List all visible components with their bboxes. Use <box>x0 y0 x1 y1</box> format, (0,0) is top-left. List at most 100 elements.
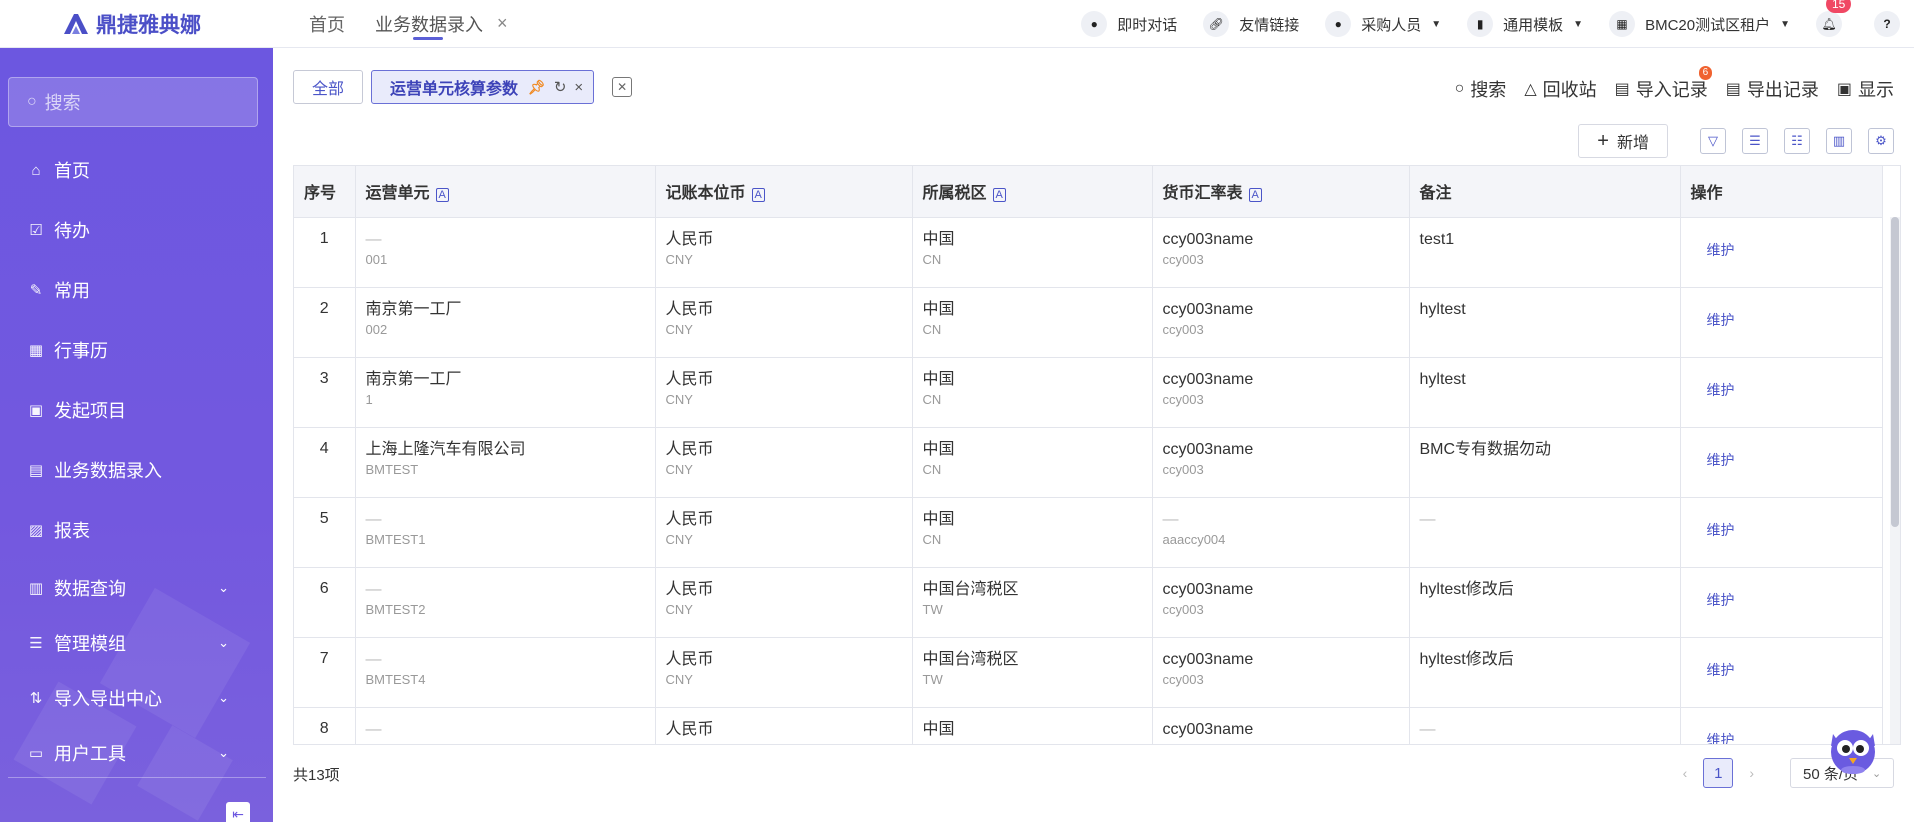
rate-code: ccy003 <box>1162 251 1204 267</box>
seq-text: 8 <box>319 719 329 737</box>
sidebar-search-input[interactable]: ○ 搜索 <box>8 77 258 127</box>
links-button[interactable]: 🔗︎ 友情链接 <box>1203 11 1299 37</box>
cell-note: hyltest修改后 <box>1409 637 1681 708</box>
currency-name: 人民币 <box>665 510 714 528</box>
sidebar-item-project[interactable]: ▣ 发起项目 <box>0 380 273 440</box>
home-icon: ⌂ <box>31 161 41 179</box>
sidebar-item-home[interactable]: ⌂ 首页 <box>0 140 273 200</box>
import-log-label: 导入记录 <box>1635 80 1708 100</box>
cell-note: test1 <box>1409 217 1681 288</box>
tax-name: 中国台湾税区 <box>922 580 1019 598</box>
export-log-label: 导出记录 <box>1746 80 1819 100</box>
group-button[interactable]: ☷ <box>1784 128 1810 154</box>
export-log-button[interactable]: ▤ 导出记录 <box>1726 76 1819 102</box>
template-dropdown[interactable]: ▮ 通用模板 ▼ <box>1467 11 1583 37</box>
tab-all[interactable]: 全部 <box>293 70 364 104</box>
sidebar-item-label: 导入导出中心 <box>54 688 162 709</box>
sidebar-item-common[interactable]: ✎ 常用 <box>0 260 273 320</box>
recycle-button[interactable]: △ 回收站 <box>1524 76 1596 102</box>
maintain-link[interactable]: 维护 <box>1707 662 1735 678</box>
column-header-tax[interactable]: 所属税区 A <box>912 166 1153 218</box>
page-number[interactable]: 1 <box>1703 758 1734 788</box>
note-text: BMC专有数据勿动 <box>1419 440 1552 458</box>
sort-button[interactable]: ☰ <box>1742 128 1768 154</box>
column-header-currency[interactable]: 记账本位币 A <box>655 166 913 218</box>
sidebar-item-business-data[interactable]: ▤ 业务数据录入 <box>0 440 273 500</box>
maintain-link[interactable]: 维护 <box>1707 382 1735 398</box>
cell-seq: 2 <box>294 287 356 358</box>
column-title: 运营单元 <box>365 185 430 203</box>
sidebar-item-import-export[interactable]: ⇅ 导入导出中心 ⌄ <box>0 670 273 725</box>
sidebar-item-calendar[interactable]: ▦ 行事历 <box>0 320 273 380</box>
assistant-mascot-icon[interactable] <box>1826 720 1880 776</box>
sidebar-item-tools[interactable]: ▭ 用户工具 ⌄ <box>0 725 273 780</box>
column-filter-icon[interactable]: A <box>435 188 449 203</box>
settings-button[interactable]: ⚙ <box>1868 128 1894 154</box>
display-button[interactable]: ▣ 显示 <box>1837 76 1894 102</box>
tab-current[interactable]: 运营单元核算参数 📌︎ ↻ × <box>371 70 595 104</box>
table-row[interactable]: 3 南京第一工厂 1 人民币 CNY 中国 CN ccy003name ccy003 hyltes… <box>294 357 1883 428</box>
chat-label: 即时对话 <box>1117 16 1178 34</box>
unit-code: BMTEST <box>365 461 419 477</box>
add-button[interactable]: + 新增 <box>1578 124 1668 158</box>
unit-name: 上海上隆汽车有限公司 <box>365 440 526 458</box>
scrollbar-thumb[interactable] <box>1891 217 1899 527</box>
table-row[interactable]: 4 上海上隆汽车有限公司 BMTEST 人民币 CNY 中国 CN ccy003name ccy… <box>294 427 1883 498</box>
filter-button[interactable]: ▽ <box>1700 128 1726 154</box>
sidebar-item-todo[interactable]: ☑ 待办 <box>0 200 273 260</box>
cell-unit: — BMTEST1 <box>355 497 656 568</box>
cell-seq: 5 <box>294 497 356 568</box>
column-filter-icon[interactable]: A <box>751 188 765 203</box>
notification-button[interactable]: 🔔︎ 15 <box>1816 0 1852 37</box>
sidebar-item-module[interactable]: ☰ 管理模组 ⌄ <box>0 615 273 670</box>
main-content: 全部 运营单元核算参数 📌︎ ↻ × ✕ ○ 搜索 △ 回收站 ▤ 导入记录 6 ▤ 导出… <box>273 48 1914 822</box>
table-row[interactable]: 1 — 001 人民币 CNY 中国 CN ccy003name ccy003 test1 维护 <box>294 217 1883 288</box>
table-row[interactable]: 2 南京第一工厂 002 人民币 CNY 中国 CN ccy003name ccy003 hylt… <box>294 287 1883 358</box>
search-button[interactable]: ○ 搜索 <box>1455 76 1507 102</box>
pin-icon[interactable]: 📌︎ <box>528 79 546 96</box>
table-row[interactable]: 8 — 人民币 中国 ccy003name — 维护 <box>294 707 1883 745</box>
column-header-rate[interactable]: 货币汇率表 A <box>1152 166 1410 218</box>
maintain-link[interactable]: 维护 <box>1707 592 1735 608</box>
cell-op: 维护 <box>1680 497 1883 568</box>
rate-name: ccy003name <box>1162 650 1254 668</box>
next-page-icon[interactable]: › <box>1749 765 1754 781</box>
columns-button[interactable]: ▥ <box>1826 128 1852 154</box>
cell-tax: 中国 CN <box>912 497 1153 568</box>
table-row[interactable]: 7 — BMTEST4 人民币 CNY 中国台湾税区 TW ccy003name ccy003 h… <box>294 637 1883 708</box>
unit-code: BMTEST4 <box>365 671 426 687</box>
tab-home[interactable]: 首页 <box>309 0 345 48</box>
maintain-link[interactable]: 维护 <box>1707 242 1735 258</box>
tax-name: 中国 <box>922 440 955 458</box>
module-icon: ☰ <box>29 634 43 652</box>
table-scrollbar[interactable] <box>1890 217 1900 744</box>
column-header-unit[interactable]: 运营单元 A <box>355 166 656 218</box>
column-filter-icon[interactable]: A <box>1248 188 1262 203</box>
close-icon[interactable]: × <box>574 79 583 96</box>
refresh-icon[interactable]: ↻ <box>554 78 567 96</box>
table-row[interactable]: 6 — BMTEST2 人民币 CNY 中国台湾税区 TW ccy003name ccy003 h… <box>294 567 1883 638</box>
currency-code: CNY <box>665 321 693 337</box>
table-row[interactable]: 5 — BMTEST1 人民币 CNY 中国 CN — aaaccy004 — 维护 <box>294 497 1883 568</box>
import-log-button[interactable]: ▤ 导入记录 6 <box>1615 66 1713 102</box>
close-icon[interactable]: × <box>497 13 508 34</box>
column-filter-icon[interactable]: A <box>992 188 1006 203</box>
maintain-link[interactable]: 维护 <box>1707 312 1735 328</box>
prev-page-icon[interactable]: ‹ <box>1683 765 1688 781</box>
collapse-sidebar-button[interactable]: ⇤ <box>226 802 250 822</box>
maintain-link[interactable]: 维护 <box>1707 522 1735 538</box>
maintain-link[interactable]: 维护 <box>1707 452 1735 468</box>
maintain-link[interactable]: 维护 <box>1707 732 1735 745</box>
logo[interactable]: 鼎捷雅典娜 <box>0 9 273 39</box>
note-text: hyltest修改后 <box>1419 650 1514 668</box>
sidebar-item-report[interactable]: ▨ 报表 <box>0 500 273 560</box>
sidebar-item-query[interactable]: ▥ 数据查询 ⌄ <box>0 560 273 615</box>
clear-tabs-button[interactable]: ✕ <box>612 77 633 97</box>
seq-text: 3 <box>319 369 329 387</box>
toolbar: ○ 搜索 △ 回收站 ▤ 导入记录 6 ▤ 导出记录 ▣ 显示 <box>1437 66 1894 102</box>
role-dropdown[interactable]: ● 采购人员 ▼ <box>1325 11 1441 37</box>
tab-business-data[interactable]: 业务数据录入 × <box>375 0 508 48</box>
tenant-dropdown[interactable]: ▦ BMC20测试区租户 ▼ <box>1609 11 1790 37</box>
help-button[interactable]: ? <box>1874 11 1900 37</box>
chat-button[interactable]: ● 即时对话 <box>1081 11 1177 37</box>
